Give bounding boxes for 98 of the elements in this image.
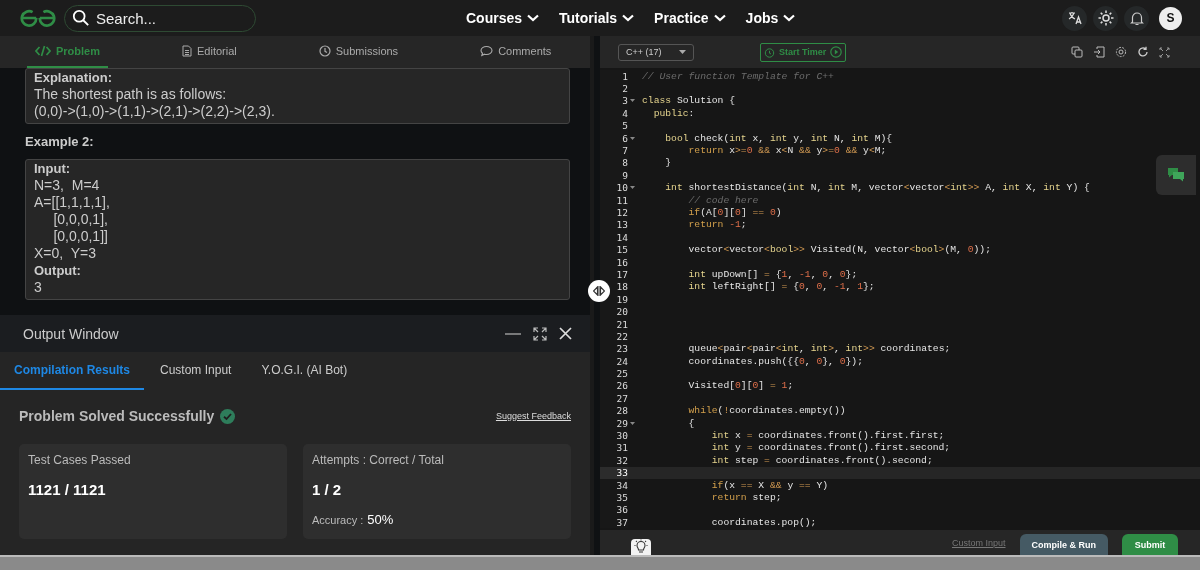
explanation-text: (0,0)->(1,0)->(1,1)->(2,1)->(2,2)->(2,3). <box>34 103 276 120</box>
code-line: queue<pair<pair<int, int>, int>> coordinates; <box>687 343 951 355</box>
problem-tab[interactable]: Submissions <box>310 36 407 68</box>
chevron-down-icon <box>783 14 796 22</box>
code-line: int shortestDistance(int N, int M, vector<vector<int>> A, int X, int Y) { <box>664 182 1090 194</box>
code-line: int leftRight[] = {0, 0, -1, 1}; <box>687 281 875 293</box>
nav-link[interactable]: Courses <box>466 10 540 26</box>
code-line: bool check(int x, int y, int N, int M){ <box>664 132 893 144</box>
custom-input-link[interactable]: Custom Input <box>951 537 1006 548</box>
settings-icon[interactable] <box>1115 46 1127 58</box>
input-text: A=[[1,1,1,1], <box>34 194 111 211</box>
chat-icon <box>1167 167 1185 183</box>
play-icon <box>830 46 843 58</box>
code-line: int y = coordinates.front().first.second; <box>710 442 951 454</box>
window-title: Output Window <box>23 325 119 342</box>
code-line: if(A[0][0] == 0) <box>687 207 782 218</box>
sun-icon[interactable] <box>1093 5 1118 31</box>
scrollbar[interactable] <box>0 555 1200 570</box>
fold-icon[interactable] <box>630 136 635 140</box>
input-label: Input: <box>34 160 72 177</box>
refresh-icon[interactable] <box>1137 46 1149 58</box>
input-text: [0,0,0,1]] <box>52 228 109 245</box>
nav-link[interactable]: Practice <box>654 10 726 26</box>
status-message: Problem Solved Successfully <box>19 408 215 424</box>
caret-icon <box>679 50 686 54</box>
example-heading: Example 2: <box>25 134 95 149</box>
explanation-text: The shortest path is as follows: <box>34 86 228 103</box>
code-line: Visited[0][0] = 1; <box>687 380 794 392</box>
fullscreen-icon[interactable] <box>1159 46 1170 58</box>
submit-button[interactable]: Submit <box>1122 534 1178 555</box>
output-tab[interactable]: Custom Input <box>146 352 246 390</box>
output-tab[interactable]: Y.O.G.I. (AI Bot) <box>247 352 362 390</box>
code-line: coordinates.push({{0, 0}, 0}); <box>687 355 863 367</box>
close-icon[interactable] <box>559 327 572 340</box>
logo-icon[interactable] <box>18 9 58 27</box>
code-line: return -1; <box>687 219 747 231</box>
input-text: N=3, M=4 <box>34 177 101 194</box>
card-label: Test Cases Passed <box>28 453 132 467</box>
output-tab[interactable]: Compilation Results <box>0 352 144 390</box>
fold-icon[interactable] <box>630 99 635 103</box>
code-line: while(!coordinates.empty()) <box>687 405 846 417</box>
output-text: 3 <box>34 279 43 296</box>
code-line: int x = coordinates.front().first.first; <box>710 430 945 441</box>
resize-handle[interactable] <box>588 280 610 302</box>
lightbulb-icon <box>633 539 649 555</box>
compile-run-button[interactable]: Compile & Run <box>1019 534 1108 555</box>
code-line: return step; <box>710 491 782 503</box>
resize-icon <box>593 286 605 296</box>
problem-tab[interactable]: Comments <box>472 36 560 68</box>
user-avatar[interactable]: S <box>1159 6 1182 30</box>
code-line: // User function Template for C++ <box>642 70 834 82</box>
chevron-down-icon <box>713 14 726 22</box>
explanation-heading: Explanation: <box>34 69 113 86</box>
search-icon <box>72 8 90 27</box>
code-line: class Solution { <box>642 95 736 107</box>
translate-icon[interactable] <box>1062 5 1087 31</box>
search-field[interactable]: Search... <box>64 4 256 32</box>
copy-icon[interactable] <box>1071 46 1083 58</box>
suggest-feedback-link[interactable]: Suggest Feedback <box>495 411 571 421</box>
code-line: if(x == X && y == Y) <box>710 479 829 491</box>
chat-button[interactable] <box>1156 155 1196 195</box>
alarm-clock-icon <box>764 46 775 58</box>
speech-bubble-icon <box>480 45 494 57</box>
input-text: [0,0,0,1], <box>52 211 109 228</box>
clock-icon <box>318 45 331 57</box>
code-line: int step = coordinates.front().second; <box>710 454 933 466</box>
code-line: public: <box>652 107 695 119</box>
language-select[interactable]: C++ (17) <box>618 43 694 61</box>
document-icon <box>182 45 192 57</box>
export-icon[interactable] <box>1093 46 1105 58</box>
fold-icon[interactable] <box>630 421 635 425</box>
card-value: 1 / 2 <box>312 481 343 498</box>
minimize-icon[interactable] <box>505 331 521 336</box>
hint-button[interactable] <box>631 539 651 555</box>
check-circle-icon <box>220 408 236 424</box>
nav-link[interactable]: Tutorials <box>559 10 635 26</box>
chevron-down-icon <box>622 14 635 22</box>
code-line: { <box>687 417 695 429</box>
accuracy-label: Accuracy : <box>312 514 364 526</box>
card-label: Attempts : Correct / Total <box>312 453 445 467</box>
output-label: Output: <box>34 262 82 279</box>
problem-tab[interactable]: Editorial <box>174 36 245 68</box>
accuracy-value: 50% <box>367 512 394 527</box>
code-line: int upDown[] = {1, -1, 0, 0}; <box>687 268 858 280</box>
code-line: vector<vector<bool>> Visited(N, vector<bool>(M, 0)); <box>687 244 991 256</box>
code-line: // code here <box>687 194 759 206</box>
input-text: X=0, Y=3 <box>34 245 97 262</box>
chevron-down-icon <box>527 14 540 22</box>
expand-icon[interactable] <box>533 326 547 341</box>
code-line: coordinates.pop(); <box>710 516 817 528</box>
code-line: } <box>664 157 672 169</box>
start-timer-button[interactable]: Start Timer <box>760 42 847 62</box>
bell-icon[interactable] <box>1124 5 1149 31</box>
code-line: return x>=0 && x<N && y>=0 && y<M; <box>687 145 887 157</box>
card-value: 1121 / 1121 <box>28 481 107 498</box>
code-icon <box>35 45 51 57</box>
fold-icon[interactable] <box>630 186 635 190</box>
nav-link[interactable]: Jobs <box>745 10 796 26</box>
